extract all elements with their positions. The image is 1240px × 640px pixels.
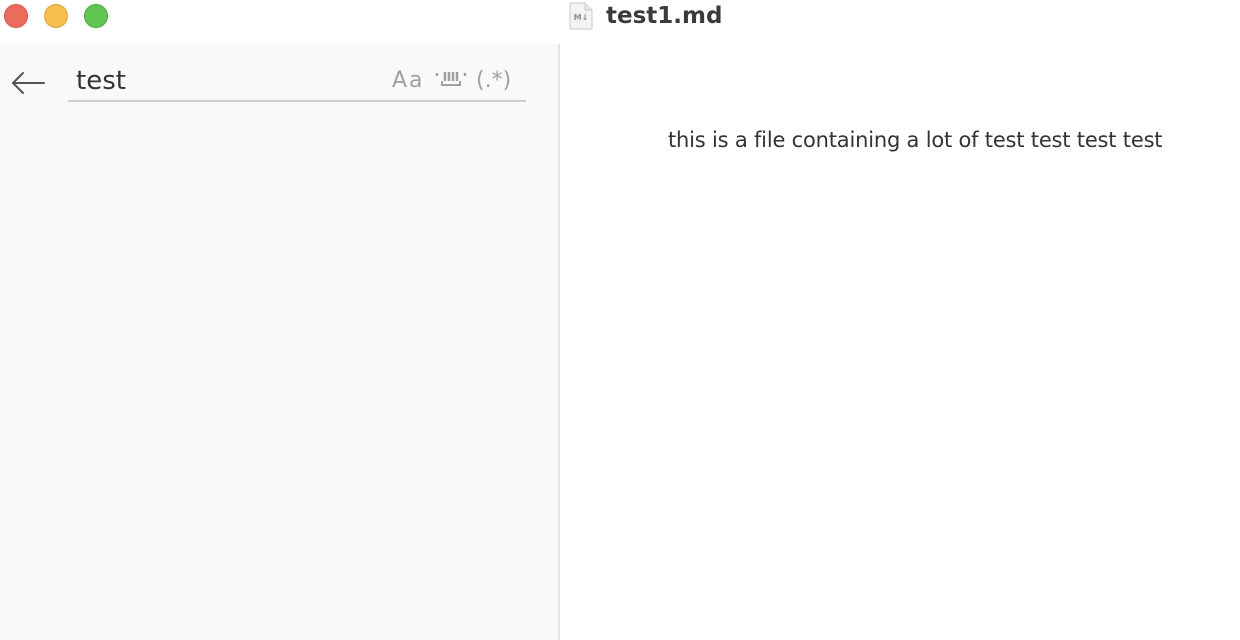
search-field: Aa (.*) [68,58,526,102]
minimize-window-button[interactable] [44,4,68,28]
whole-word-icon [434,72,468,94]
title-bar: M↓ test1.md [0,0,1240,44]
app-window: M↓ test1.md Aa [0,0,1240,640]
whole-word-toggle[interactable] [434,70,468,90]
close-window-button[interactable] [4,4,28,28]
search-input[interactable] [76,64,376,98]
editor-content[interactable]: this is a file containing a lot of test … [560,44,1240,640]
regex-toggle[interactable]: (.*) [476,66,511,96]
markdown-file-icon: M↓ [569,2,593,30]
search-sidebar: Aa (.*) [0,44,560,640]
file-icon-label: M↓ [573,13,589,22]
arrow-left-icon [10,72,46,100]
maximize-window-button[interactable] [84,4,108,28]
back-button[interactable] [10,70,46,96]
document-paragraph[interactable]: this is a file containing a lot of test … [668,128,1163,152]
match-case-toggle[interactable]: Aa [392,66,425,96]
window-title-group: M↓ test1.md [569,1,722,31]
window-title: test1.md [606,3,723,29]
